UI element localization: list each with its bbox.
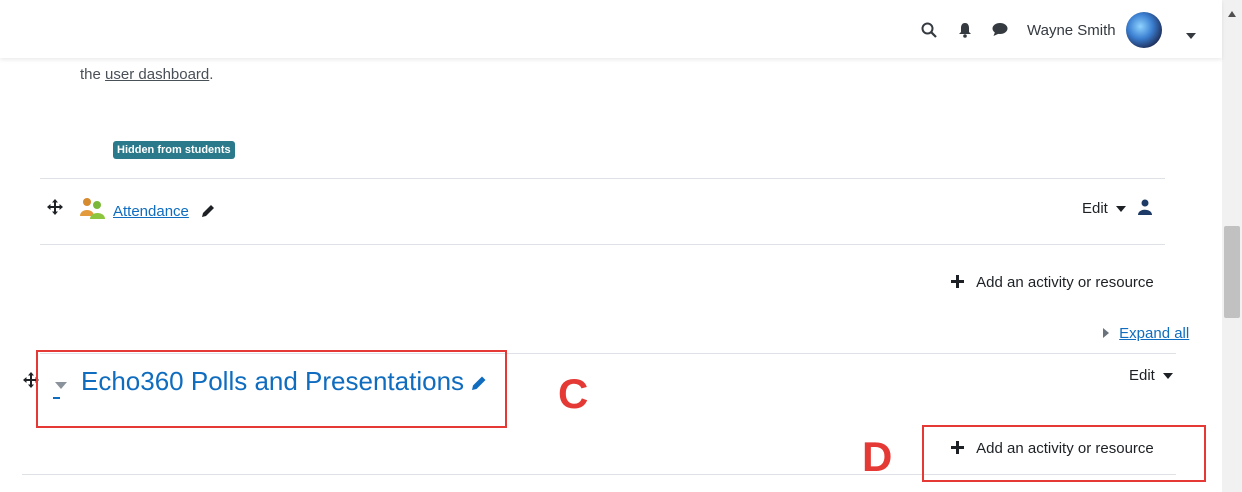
user-name[interactable]: Wayne Smith	[1027, 22, 1116, 39]
scroll-up-arrow-icon[interactable]	[1228, 4, 1236, 22]
caret-right-icon	[1103, 328, 1109, 338]
annotation-label-c: C	[558, 370, 589, 417]
attendance-activity-icon	[79, 196, 107, 225]
page-scrollbar[interactable]	[1222, 0, 1242, 492]
search-icon[interactable]	[921, 22, 937, 43]
section-edit-menu[interactable]: Edit	[1129, 367, 1174, 384]
hidden-from-students-badge: Hidden from students	[113, 141, 235, 159]
caret-down-icon[interactable]	[1163, 373, 1174, 380]
section-edit-label[interactable]: Edit	[1129, 367, 1155, 384]
avatar[interactable]	[1126, 12, 1162, 48]
annotation-box-c	[36, 350, 507, 428]
attendance-link[interactable]: Attendance	[113, 203, 189, 220]
move-icon[interactable]	[47, 199, 63, 220]
activity-edit-menu[interactable]: Edit	[1082, 200, 1127, 217]
divider	[40, 244, 1165, 245]
expand-all-link[interactable]: Expand all	[1119, 325, 1189, 342]
chat-icon[interactable]	[992, 22, 1008, 42]
annotation-box-d	[922, 425, 1206, 482]
expand-all-control[interactable]: Expand all	[1103, 325, 1189, 342]
user-availability-icon	[1138, 199, 1152, 220]
caret-down-icon[interactable]	[1116, 206, 1127, 213]
add-activity-button[interactable]: Add an activity or resource	[951, 274, 1154, 291]
user-dashboard-link[interactable]: user dashboard	[105, 66, 209, 83]
edit-pencil-icon[interactable]	[201, 204, 215, 223]
summary-prefix: the	[80, 66, 106, 83]
scroll-thumb[interactable]	[1224, 226, 1240, 318]
annotation-label-d: D	[862, 433, 893, 480]
plus-icon	[951, 275, 964, 288]
summary-suffix: .	[209, 66, 214, 83]
bell-icon[interactable]	[958, 22, 972, 43]
add-activity-label[interactable]: Add an activity or resource	[976, 274, 1154, 291]
activity-edit-label[interactable]: Edit	[1082, 200, 1108, 217]
user-menu-caret-icon[interactable]	[1186, 26, 1196, 44]
divider	[40, 178, 1165, 179]
top-navbar: Wayne Smith	[0, 0, 1222, 58]
section-summary-text: the user dashboard.	[80, 66, 213, 83]
